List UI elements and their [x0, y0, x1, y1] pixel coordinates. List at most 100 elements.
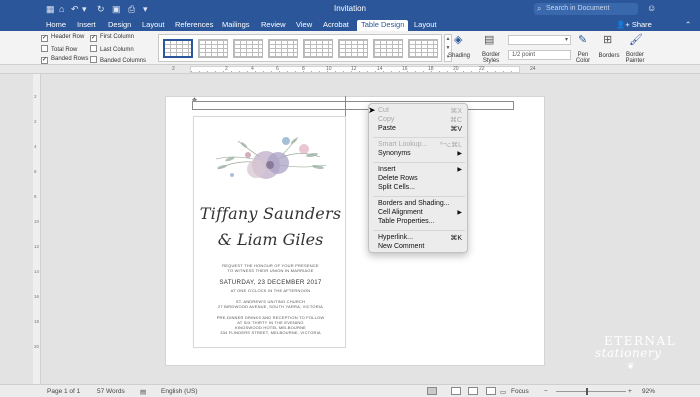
line-style-dropdown[interactable]: ▾ — [508, 35, 571, 45]
borders-icon[interactable]: ⊞ — [603, 33, 612, 46]
menu-label: Copy — [378, 116, 395, 123]
tab-design[interactable]: Design — [104, 20, 135, 31]
menu-separator — [373, 137, 465, 138]
invitation-name-1: Tiffany Saunders — [199, 204, 342, 223]
submenu-arrow-icon: ▶ — [457, 167, 462, 173]
draft-view-icon[interactable] — [486, 387, 496, 395]
menu-item-copy[interactable]: Copy ⌘C — [378, 116, 462, 124]
line-weight-dropdown[interactable]: 1/2 point — [508, 50, 571, 60]
language[interactable]: English (US) — [161, 388, 197, 395]
menu-item-cell-alignment[interactable]: Cell Alignment ▶ — [378, 209, 462, 216]
ruler-number: 8 — [302, 66, 305, 72]
ruler-number: 2 — [225, 66, 228, 72]
zoom-slider[interactable] — [556, 391, 626, 392]
zoom-level[interactable]: 92% — [642, 388, 655, 395]
word-count[interactable]: 57 Words — [97, 388, 125, 395]
menu-shortcut: ^⌥⌘L — [439, 142, 462, 149]
ruler-number: 18 — [428, 66, 434, 72]
ribbon-tabs: Home Insert Design Layout References Mai… — [0, 18, 700, 31]
print-layout-view-icon[interactable] — [427, 387, 437, 395]
border-styles-icon[interactable]: ▤ — [484, 33, 494, 46]
search-input[interactable]: ⌕ Search in Document — [534, 3, 638, 15]
tab-references[interactable]: References — [171, 20, 217, 31]
checkbox-unchecked — [90, 56, 97, 63]
tab-acrobat[interactable]: Acrobat — [319, 20, 353, 31]
menu-item-smart-lookup[interactable]: Smart Lookup... ^⌥⌘L — [378, 141, 462, 149]
menu-item-delete-rows[interactable]: Delete Rows — [378, 175, 462, 182]
menu-item-hyperlink[interactable]: Hyperlink... ⌘K — [378, 234, 462, 242]
menu-label: Paste — [378, 125, 396, 132]
pen-color-icon[interactable]: ✎ — [578, 33, 587, 46]
menu-item-synonyms[interactable]: Synonyms ▶ — [378, 150, 462, 157]
menu-label: Cut — [378, 107, 389, 114]
share-button[interactable]: 👤+ Share — [616, 20, 652, 29]
menu-item-new-comment[interactable]: New Comment — [378, 243, 462, 250]
ruler-number: 14 — [377, 66, 383, 72]
web-layout-view-icon[interactable] — [451, 387, 461, 395]
invitation-card[interactable]: Tiffany Saunders & Liam Giles REQUEST TH… — [193, 116, 346, 348]
border-painter-icon[interactable]: 🖌 — [629, 33, 643, 46]
menu-item-paste[interactable]: Paste ⌘V — [378, 125, 462, 133]
menu-separator — [373, 162, 465, 163]
menu-label: Hyperlink... — [378, 234, 414, 241]
line-weight-value: 1/2 point — [512, 52, 536, 58]
option-total-row[interactable]: Total Row — [41, 45, 77, 53]
collapse-ribbon-icon[interactable]: ⌃ — [685, 20, 691, 29]
status-bar: Page 1 of 1 57 Words ▤ English (US) ▭ Fo… — [0, 384, 700, 397]
table-style-thumbnail[interactable] — [408, 39, 438, 58]
table-style-thumbnail[interactable] — [233, 39, 263, 58]
menu-item-borders-shading[interactable]: Borders and Shading... — [378, 200, 462, 207]
option-banded-rows[interactable]: ✓ Banded Rows — [41, 56, 88, 64]
table-style-thumbnail[interactable] — [373, 39, 403, 58]
table-style-thumbnail[interactable] — [303, 39, 333, 58]
option-first-column[interactable]: ✓ First Column — [90, 34, 134, 42]
table-style-thumbnail[interactable] — [268, 39, 298, 58]
option-banded-columns[interactable]: Banded Columns — [90, 56, 146, 64]
option-last-column[interactable]: Last Column — [90, 45, 134, 53]
context-menu: Cut ⌘X Copy ⌘C Paste ⌘V Smart Lookup... ^⌥⌘L… — [368, 103, 468, 253]
invitation-date: SATURDAY, 23 DECEMBER 2017 — [219, 279, 322, 286]
tab-insert[interactable]: Insert — [73, 20, 100, 31]
tab-table-design[interactable]: Table Design — [357, 20, 409, 31]
zoom-in-icon[interactable]: + — [628, 388, 632, 395]
menu-item-split-cells[interactable]: Split Cells... — [378, 184, 462, 191]
outline-view-icon[interactable] — [468, 387, 478, 395]
zoom-out-icon[interactable]: − — [544, 388, 548, 395]
tab-mailings[interactable]: Mailings — [218, 20, 254, 31]
focus-mode[interactable]: Focus — [511, 388, 529, 395]
tab-layout[interactable]: Layout — [138, 20, 169, 31]
shading-icon[interactable]: ◈ — [454, 33, 462, 46]
ruler-number: 10 — [326, 66, 332, 72]
mouse-pointer-icon: ➤ — [368, 105, 376, 115]
menu-label: Insert — [378, 166, 396, 173]
table-style-thumbnail[interactable] — [338, 39, 368, 58]
ruler-number: 24 — [530, 66, 536, 72]
menu-item-insert[interactable]: Insert ▶ — [378, 166, 462, 173]
table-style-thumbnail[interactable] — [163, 39, 193, 58]
focus-icon[interactable]: ▭ — [500, 388, 506, 396]
tab-review[interactable]: Review — [257, 20, 290, 31]
proofing-icon[interactable]: ▤ — [140, 388, 146, 396]
shading-label: Shading — [447, 53, 471, 59]
tab-table-layout[interactable]: Layout — [410, 20, 441, 31]
ruler-number: 6 — [276, 66, 279, 72]
menu-label: Borders and Shading... — [378, 200, 450, 207]
feedback-smiley-icon[interactable]: ☺ — [647, 3, 656, 13]
zoom-slider-thumb[interactable] — [586, 388, 588, 395]
invitation-name-2: & Liam Giles — [217, 230, 324, 249]
tab-home[interactable]: Home — [42, 20, 70, 31]
border-styles-label: Border Styles — [481, 52, 500, 64]
table-column-border[interactable] — [345, 96, 346, 116]
option-label: Banded Columns — [100, 58, 147, 64]
border-painter-label: Border Painter — [625, 52, 645, 64]
page-count[interactable]: Page 1 of 1 — [47, 388, 80, 395]
ruler-number: 16 — [402, 66, 408, 72]
chevron-down-icon: ▾ — [564, 37, 568, 43]
menu-label: Synonyms — [378, 150, 411, 157]
ruler-number: 4 — [251, 66, 254, 72]
option-header-row[interactable]: ✓ Header Row — [41, 34, 84, 42]
table-style-thumbnail[interactable] — [198, 39, 228, 58]
menu-item-cut[interactable]: Cut ⌘X — [378, 107, 462, 115]
tab-view[interactable]: View — [292, 20, 316, 31]
menu-item-table-properties[interactable]: Table Properties... — [378, 218, 462, 225]
